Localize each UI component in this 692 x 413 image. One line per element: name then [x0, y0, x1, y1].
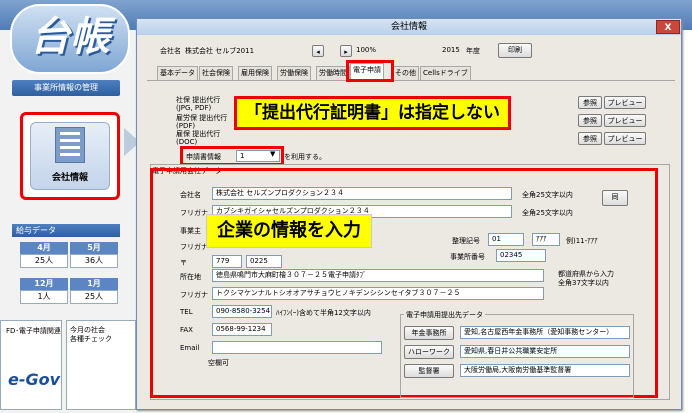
preview-button[interactable]: プレビュー: [604, 114, 646, 127]
addr-kana-input[interactable]: トクシマケンナルトシオオアサチョウヒノキデンシシンセイタブ３０７－２５: [212, 287, 544, 300]
salary-month: 12月: [20, 278, 68, 290]
hello-work-button[interactable]: ハローワーク: [404, 345, 454, 359]
tel-label: TEL: [180, 308, 193, 316]
ref-button[interactable]: 参照: [578, 114, 602, 127]
pension-office-button[interactable]: 年金事務所: [404, 326, 454, 340]
apply-info-suffix: を利用する。: [284, 153, 326, 161]
addr-hint: 都道府県から入力 全角37文字以内: [558, 270, 614, 287]
preview-button[interactable]: プレビュー: [604, 96, 646, 109]
email-label: Email: [180, 344, 200, 352]
fiscal-year: 2015: [442, 46, 460, 54]
print-button[interactable]: 印刷: [498, 43, 532, 58]
addr-label: 所在地: [180, 273, 201, 281]
fiscal-year-label: 年度: [466, 47, 480, 55]
fd-label: FD･電子申請関連: [6, 327, 61, 335]
labor-office-button[interactable]: 監督署: [404, 364, 454, 378]
tab-employment-insurance[interactable]: 雇用保険: [238, 66, 272, 80]
salary-count[interactable]: 1人: [20, 290, 68, 304]
tab-basic[interactable]: 基本データ: [157, 66, 198, 80]
tab-other[interactable]: その他: [392, 66, 419, 80]
egov-logo[interactable]: e-Gov: [8, 370, 60, 389]
doc-label-employment: 雇保 提出代行 (DOC): [176, 130, 221, 146]
office-no-label: 事業所番号: [450, 253, 485, 261]
doc-label-labor: 雇労保 提出代行 (PDF): [176, 114, 228, 130]
fax-label: FAX: [180, 326, 193, 334]
tab-highlight: [346, 60, 394, 82]
seiri2-input[interactable]: ｱｱｱ: [532, 233, 560, 246]
check-label: 今月の社会 各種チェック: [70, 326, 112, 343]
company-field-input[interactable]: 株式会社 セルズンプロダクション２３４: [212, 187, 512, 200]
dest-title: 電子申請用提出先データ: [404, 310, 485, 320]
tab-divider: [147, 80, 675, 81]
seiri-label: 整理記号: [452, 237, 480, 245]
section-salary-header: 給与データ: [12, 224, 120, 237]
salary-month: 5月: [70, 242, 118, 254]
tel-input[interactable]: 090-8580-3254: [212, 305, 272, 318]
hello-work-value: 愛知県,春日井公共職業安定所: [460, 345, 630, 358]
email-hint: 空欄可: [208, 359, 229, 367]
salary-count[interactable]: 25人: [70, 290, 118, 304]
close-button[interactable]: X: [656, 20, 680, 34]
company-kana-label: フリガナ: [180, 209, 208, 217]
zoom-in-button[interactable]: ▸: [340, 45, 352, 57]
labor-office-value: 大阪労働局,大阪南労働基準監督署: [460, 364, 630, 377]
salary-month: 4月: [20, 242, 68, 254]
addr-kana-label: フリガナ: [180, 291, 208, 299]
tab-working-hours[interactable]: 労働時間: [316, 66, 350, 80]
callout-enter-company-info: 企業の情報を入力: [206, 214, 372, 248]
tab-social-insurance[interactable]: 社会保険: [199, 66, 233, 80]
tel-hint: ﾊｲﾌﾝ(ｰ)含めて半角12文字以内: [276, 309, 371, 317]
same-button[interactable]: 同: [602, 190, 628, 206]
fax-input[interactable]: 0568-99-1234: [212, 323, 272, 336]
company-field-hint: 全角25文字以内: [522, 191, 573, 199]
salary-month: 1月: [70, 278, 118, 290]
zip-label: 〒: [180, 259, 187, 267]
pension-office-value: 愛知,名古屋西年金事務所（愛知事務センター）: [460, 326, 630, 339]
zip1-input[interactable]: 779: [212, 255, 242, 268]
seiri-hint: 例)11-ｱｱｱ: [566, 237, 598, 245]
apply-info-highlight: [180, 146, 284, 166]
email-input[interactable]: [212, 341, 382, 354]
salary-count[interactable]: 25人: [20, 254, 68, 268]
addr-input[interactable]: 徳島県鳴門市大麻町檜３０７－２５電子申請ﾀﾌﾞ: [212, 269, 544, 282]
ref-button[interactable]: 参照: [578, 132, 602, 145]
section-office-header: 事業所情報の管理: [12, 80, 120, 96]
owner-label: 事業主: [180, 227, 201, 235]
company-name: 株式会社 セルブ2011: [185, 47, 255, 55]
tab-cells-drive[interactable]: Cellsドライブ: [420, 66, 471, 80]
preview-button[interactable]: プレビュー: [604, 132, 646, 145]
doc-label-social: 社保 提出代行 (JPG, PDF): [176, 96, 221, 112]
zoom-out-button[interactable]: ◂: [312, 45, 324, 57]
salary-count[interactable]: 36人: [70, 254, 118, 268]
tab-labor-insurance[interactable]: 労働保険: [277, 66, 311, 80]
zoom-level: 100%: [356, 46, 377, 54]
office-info-label: 会社情報: [51, 173, 88, 183]
company-field-label: 会社名: [180, 191, 201, 199]
company-label: 会社名: [160, 47, 181, 55]
callout-no-certificate: 「提出代行証明書」は指定しない: [234, 96, 511, 130]
app-logo: 台帳: [10, 4, 130, 74]
zip2-input[interactable]: 0225: [246, 255, 282, 268]
office-no-input[interactable]: 02345: [496, 249, 546, 262]
ref-button[interactable]: 参照: [578, 96, 602, 109]
building-icon: [55, 127, 85, 163]
company-kana-hint: 全角25文字以内: [522, 209, 573, 217]
dialog-title: 会社情報: [137, 19, 681, 35]
owner-kana-label: フリガナ: [180, 243, 208, 251]
seiri1-input[interactable]: 01: [488, 233, 524, 246]
